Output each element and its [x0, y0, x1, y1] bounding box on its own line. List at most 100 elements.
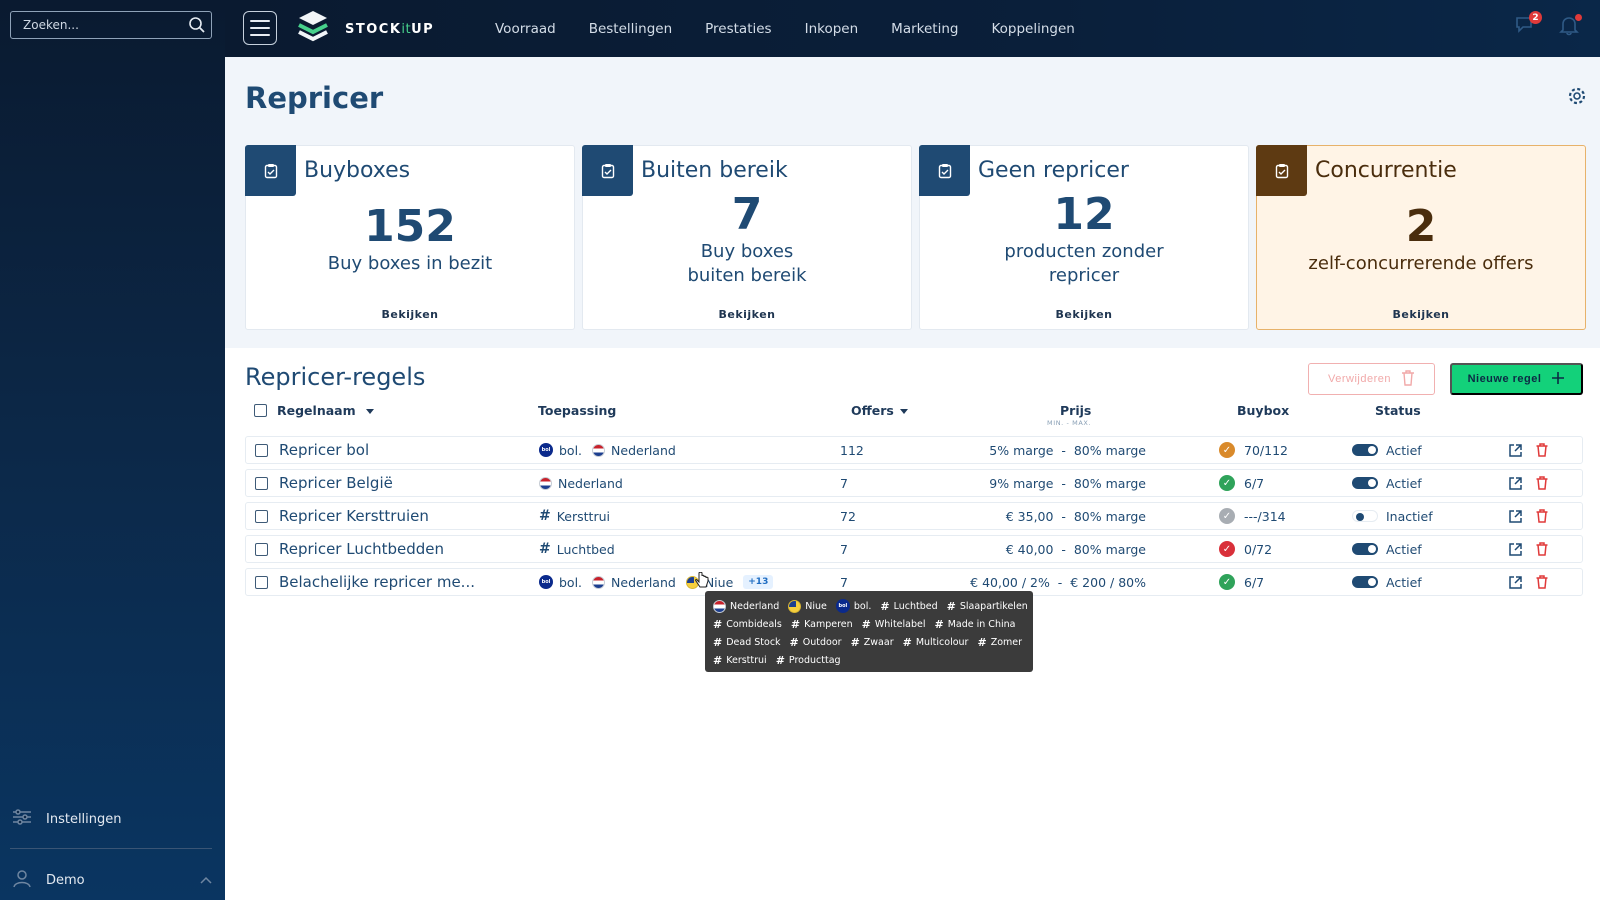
flag-netherlands-icon	[592, 575, 606, 589]
status-toggle[interactable]	[1352, 477, 1378, 489]
new-rule-button[interactable]: Nieuwe regel	[1450, 363, 1583, 395]
select-all-checkbox[interactable]	[254, 404, 267, 417]
row-checkbox[interactable]	[255, 542, 268, 556]
header-label: Offers	[851, 403, 894, 418]
user-menu[interactable]: Demo	[12, 868, 212, 892]
tooltip-tag: Multicolour	[915, 636, 969, 648]
table-row[interactable]: Repricer België Nederland 7 9% marge - 8…	[245, 469, 1583, 497]
search-input[interactable]	[11, 18, 183, 32]
delete-button[interactable]: Verwijderen	[1308, 363, 1435, 395]
table-row[interactable]: Repricer Luchtbedden # Luchtbed 7 € 40,00…	[245, 535, 1583, 563]
status-toggle[interactable]	[1352, 510, 1378, 522]
card-number: 152	[364, 201, 456, 252]
search-box[interactable]	[10, 11, 212, 39]
tooltip-tag: Whitelabel	[874, 618, 926, 630]
status-toggle[interactable]	[1352, 576, 1378, 588]
sidebar-item-label: Instellingen	[46, 811, 122, 827]
clipboard-icon	[245, 145, 296, 196]
rule-offers: 7	[840, 541, 848, 557]
table-row[interactable]: Repricer Kersttruien # Kersttrui 72 € 35,…	[245, 502, 1583, 530]
header-offers[interactable]: Offers	[851, 403, 908, 418]
card-subtitle: zelf-concurrerende offers	[1308, 253, 1534, 274]
row-checkbox[interactable]	[255, 476, 268, 490]
trash-icon[interactable]	[1536, 470, 1548, 496]
scope-tooltip: Nederland Niue bol bol. # Luchtbed # Slaapa…	[705, 591, 1033, 672]
row-checkbox[interactable]	[255, 575, 268, 589]
nav-koppelingen[interactable]: Koppelingen	[991, 21, 1074, 37]
nav-prestaties[interactable]: Prestaties	[705, 21, 771, 37]
rule-offers: 72	[840, 508, 856, 524]
card-link-bekijken[interactable]: Bekijken	[583, 308, 911, 321]
trash-icon	[1401, 369, 1415, 389]
open-external-icon[interactable]	[1508, 437, 1523, 463]
header-regelnaam[interactable]: Regelnaam	[254, 403, 374, 418]
open-external-icon[interactable]	[1508, 470, 1523, 496]
flag-netherlands-icon	[713, 599, 726, 613]
status-toggle[interactable]	[1352, 543, 1378, 555]
rule-price: € 35,00 - 80% marge	[1005, 508, 1146, 524]
card-subtitle-2: repricer	[1048, 265, 1120, 286]
card-subtitle-2: buiten bereik	[687, 265, 807, 286]
gear-icon[interactable]	[1568, 87, 1586, 109]
status-toggle[interactable]	[1352, 444, 1378, 456]
unread-dot	[1575, 14, 1582, 21]
table-row[interactable]: Repricer bol bol bol. Nederland 112 5% ma…	[245, 436, 1583, 464]
row-checkbox[interactable]	[255, 509, 268, 523]
hashtag-icon: #	[861, 617, 871, 631]
divider	[10, 848, 212, 849]
rule-price: 5% marge - 80% marge	[989, 442, 1146, 458]
hashtag-icon: #	[713, 635, 723, 649]
header-buybox: Buybox	[1237, 403, 1290, 418]
sidebar-item-settings[interactable]: Instellingen	[12, 808, 122, 830]
hashtag-icon: #	[902, 635, 912, 649]
rule-status: Actief	[1352, 437, 1422, 463]
more-tags-badge[interactable]: +13	[743, 575, 774, 589]
hashtag-icon: #	[946, 599, 956, 613]
card-concurrentie: Concurrentie 2 zelf-concurrerende offers…	[1256, 145, 1586, 330]
nav-marketing[interactable]: Marketing	[891, 21, 958, 37]
nav-voorraad[interactable]: Voorraad	[495, 21, 556, 37]
hashtag-icon: #	[539, 541, 551, 557]
open-external-icon[interactable]	[1508, 569, 1523, 595]
notification-badge: 2	[1529, 11, 1542, 24]
open-external-icon[interactable]	[1508, 536, 1523, 562]
search-icon[interactable]	[183, 12, 211, 38]
rule-scope: Nederland	[539, 470, 623, 496]
nav-inkopen[interactable]: Inkopen	[805, 21, 859, 37]
hashtag-icon: #	[934, 617, 944, 631]
rule-status: Inactief	[1352, 503, 1433, 529]
tooltip-tag: bol.	[853, 600, 872, 612]
flag-niue-icon	[788, 599, 802, 613]
trash-icon[interactable]	[1536, 569, 1548, 595]
notifications-button[interactable]	[1558, 14, 1582, 38]
tooltip-tag: Luchtbed	[893, 600, 938, 612]
rule-name[interactable]: Repricer België	[279, 470, 393, 496]
sliders-icon	[12, 808, 32, 830]
card-link-bekijken[interactable]: Bekijken	[920, 308, 1248, 321]
rule-name[interactable]: Repricer Kersttruien	[279, 503, 429, 529]
top-icons: 2	[1514, 11, 1582, 38]
nav-bestellingen[interactable]: Bestellingen	[589, 21, 672, 37]
bol-logo-icon: bol	[835, 599, 850, 613]
rule-name[interactable]: Belachelijke repricer me...	[279, 569, 475, 595]
delete-button-label: Verwijderen	[1328, 373, 1391, 385]
flag-netherlands-icon	[592, 443, 606, 457]
check-circle-warning-icon: ✓	[1219, 442, 1235, 458]
main-content: Repricer Buyboxes 152 Buy boxes in bezit…	[225, 57, 1600, 900]
card-title: Concurrentie	[1315, 158, 1457, 183]
rule-status: Actief	[1352, 569, 1422, 595]
chevron-up-icon[interactable]	[200, 873, 212, 888]
hamburger-menu-button[interactable]	[243, 11, 277, 45]
trash-icon[interactable]	[1536, 503, 1548, 529]
trash-icon[interactable]	[1536, 536, 1548, 562]
rule-name[interactable]: Repricer bol	[279, 437, 369, 463]
row-checkbox[interactable]	[255, 443, 268, 457]
brand-logo[interactable]: STOCKitUP	[295, 8, 434, 50]
card-link-bekijken[interactable]: Bekijken	[246, 308, 574, 321]
tooltip-tag: Combideals	[726, 618, 782, 630]
rule-name[interactable]: Repricer Luchtbedden	[279, 536, 444, 562]
card-link-bekijken[interactable]: Bekijken	[1257, 308, 1585, 321]
open-external-icon[interactable]	[1508, 503, 1523, 529]
chat-button[interactable]: 2	[1514, 11, 1542, 38]
trash-icon[interactable]	[1536, 437, 1548, 463]
